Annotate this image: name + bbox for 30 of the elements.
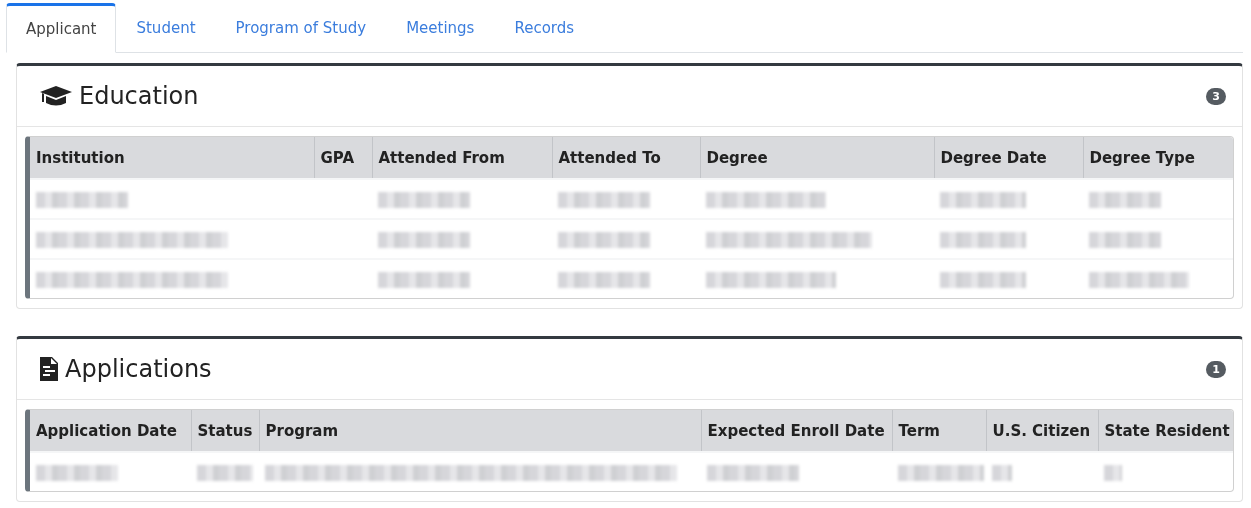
tab[interactable]: Program of Study bbox=[215, 3, 387, 53]
blurred-text bbox=[197, 465, 253, 481]
column-header: Degree bbox=[700, 137, 934, 179]
tab[interactable]: Student bbox=[116, 3, 216, 53]
count-badge: 1 bbox=[1206, 360, 1226, 378]
column-header: Expected Enroll Date bbox=[701, 410, 892, 452]
blurred-text bbox=[992, 465, 1012, 481]
blurred-text bbox=[1089, 192, 1161, 208]
count-badge: 3 bbox=[1206, 87, 1226, 105]
tab[interactable]: Records bbox=[494, 3, 595, 53]
column-header: Degree Type bbox=[1083, 137, 1233, 179]
column-header: Status bbox=[191, 410, 259, 452]
column-header: Term bbox=[892, 410, 986, 452]
column-header: GPA bbox=[314, 137, 372, 179]
column-header: Institution bbox=[30, 137, 314, 179]
column-header: State Resident bbox=[1098, 410, 1233, 452]
section-title: Education bbox=[79, 82, 199, 110]
graduation-cap-icon bbox=[39, 85, 73, 107]
column-header: Program bbox=[259, 410, 701, 452]
tab[interactable]: Applicant bbox=[6, 3, 117, 53]
blurred-text bbox=[1089, 232, 1161, 248]
column-header: Attended From bbox=[372, 137, 552, 179]
blurred-text bbox=[1104, 465, 1122, 481]
section-title: Applications bbox=[65, 355, 212, 383]
column-header: Degree Date bbox=[934, 137, 1083, 179]
tab[interactable]: Meetings bbox=[386, 3, 495, 53]
document-icon bbox=[39, 356, 59, 382]
column-header: Application Date bbox=[30, 410, 191, 452]
column-header: U.S. Citizen bbox=[986, 410, 1098, 452]
column-header: Attended To bbox=[552, 137, 700, 179]
